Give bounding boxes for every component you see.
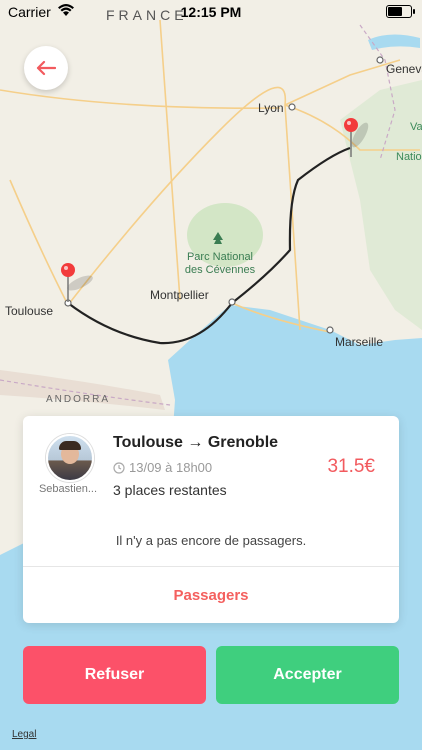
map-label-marseille: Marseille [335, 335, 383, 349]
map-label-lyon: Lyon [258, 101, 284, 115]
back-button[interactable] [24, 46, 68, 90]
driver-name: Sebastien... [38, 483, 98, 495]
legal-link[interactable]: Legal [12, 729, 36, 740]
map-label-toulouse: Toulouse [5, 304, 53, 318]
trip-datetime: 13/09 à 18h00 [113, 460, 212, 475]
arrow-left-icon [36, 60, 56, 76]
map-label-va: Va [410, 121, 422, 133]
status-time: 12:15 PM [180, 4, 242, 20]
driver-avatar[interactable] [46, 434, 94, 482]
passengers-button[interactable]: Passagers [23, 567, 399, 623]
map-label-montpellier: Montpellier [150, 288, 209, 302]
refuse-button[interactable]: Refuser [23, 646, 206, 704]
seats-remaining: 3 places restantes [113, 482, 227, 498]
map-label-park-line2: des Cévennes [185, 264, 256, 276]
map[interactable]: FRANCE Lyon Geneva Montpellier Marseille… [0, 0, 422, 750]
trip-card: Sebastien... Toulouse → Grenoble 13/09 à… [23, 416, 399, 623]
map-label-natio: Natio [396, 151, 422, 163]
route-title: Toulouse → Grenoble [113, 434, 279, 451]
map-label-park-line1: Parc National [187, 251, 253, 263]
map-label-geneva: Geneva [386, 62, 422, 76]
status-bar: Carrier 12:15 PM [0, 0, 422, 24]
battery-icon [386, 5, 415, 18]
clock-icon [113, 461, 125, 474]
map-label-andorra: ANDORRA [46, 394, 110, 405]
no-passengers-message: Il n'y a pas encore de passagers. [115, 533, 307, 548]
accept-button[interactable]: Accepter [216, 646, 399, 704]
trip-datetime-text: 13/09 à 18h00 [129, 460, 213, 475]
trip-price: 31.5€ [327, 456, 375, 477]
